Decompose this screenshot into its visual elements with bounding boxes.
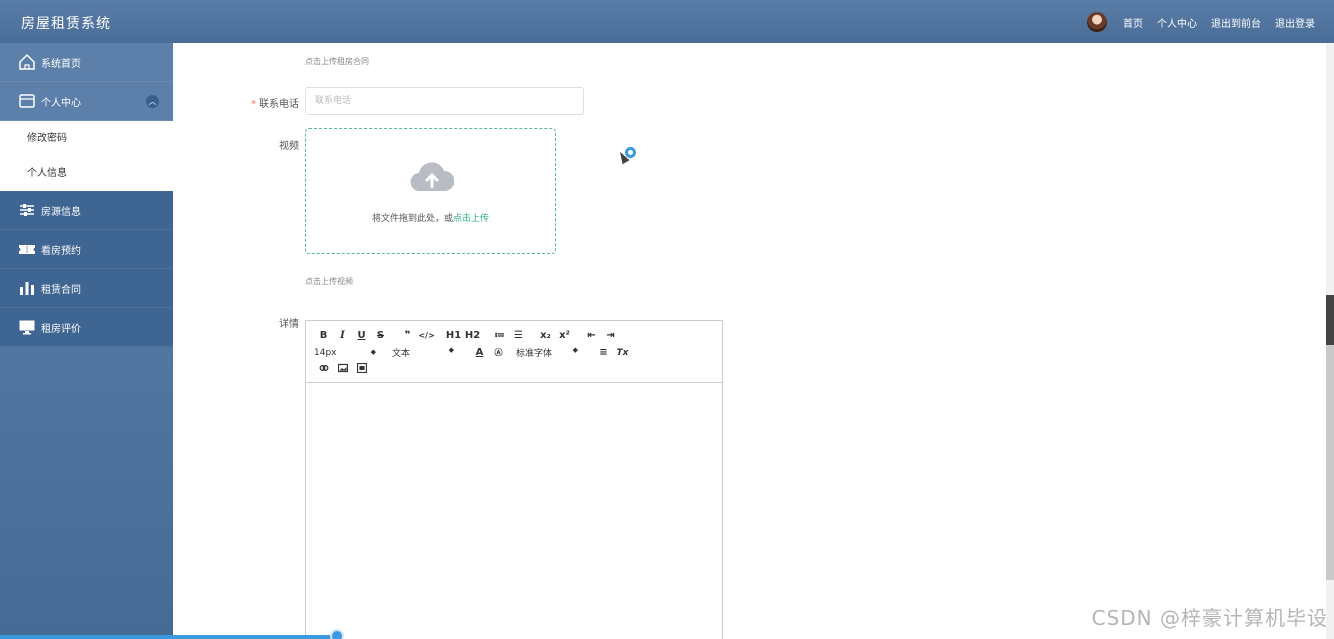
background-color-button[interactable]: Ⓐ	[489, 347, 508, 358]
ticket-icon	[18, 240, 36, 258]
bullet-list-button[interactable]: ☰	[509, 330, 528, 341]
editor-toolbar: B I U S ❞ </> H1 H2 ≔ ☰ x₂ x² ⇤ ⇥ 14px ◆…	[306, 321, 722, 383]
subscript-button[interactable]: x₂	[536, 330, 555, 341]
main-content: 点击上传租房合同 * 联系电话 联系电话 视频 将文件拖到此处，或点击上传 点击上…	[173, 43, 1334, 639]
superscript-button[interactable]: x²	[555, 330, 574, 341]
sidebar-item-label: 租赁合同	[41, 284, 81, 296]
sidebar-item-label: 个人中心	[41, 97, 81, 109]
video-label: 视频	[279, 141, 299, 152]
sidebar-item-review[interactable]: 租房评价	[0, 308, 173, 347]
font-color-button[interactable]: A	[470, 347, 489, 358]
select-arrow-icon: ◆	[572, 346, 578, 354]
sidebar-item-label: 系统首页	[41, 58, 81, 70]
app-title: 房屋租赁系统	[21, 16, 111, 32]
blockquote-button[interactable]: ❞	[398, 330, 417, 341]
sidebar-item-label: 租房评价	[41, 323, 81, 335]
font-family-select[interactable]: 标准字体 ◆	[516, 346, 578, 359]
submenu-change-password[interactable]: 修改密码	[0, 121, 173, 156]
upload-click-link[interactable]: 点击上传	[453, 214, 489, 224]
monitor-icon	[18, 318, 36, 336]
font-size-select[interactable]: 14px ◆	[314, 348, 376, 358]
phone-label-text: 联系电话	[259, 99, 299, 110]
video-upload-hint[interactable]: 点击上传视频	[305, 276, 353, 287]
profile-submenu: 修改密码 个人信息	[0, 121, 173, 191]
toolbar-row-3	[314, 361, 714, 378]
sidebar-item-listings[interactable]: 房源信息	[0, 191, 173, 230]
sidebar: 系统首页 个人中心 ︿ 修改密码 个人信息 房源信息 看房预约 租赁合同 租房评…	[0, 43, 173, 639]
select-arrow-icon: ◆	[370, 347, 376, 356]
video-upload-dropzone[interactable]: 将文件拖到此处，或点击上传	[305, 128, 556, 254]
rich-text-editor: B I U S ❞ </> H1 H2 ≔ ☰ x₂ x² ⇤ ⇥ 14px ◆…	[305, 320, 723, 639]
ordered-list-button[interactable]: ≔	[490, 330, 509, 341]
align-button[interactable]: ≡	[594, 347, 613, 358]
link-icon[interactable]	[314, 363, 333, 376]
scrollbar-thumb-active[interactable]	[1326, 295, 1334, 345]
bold-button[interactable]: B	[314, 330, 333, 341]
strike-button[interactable]: S	[371, 330, 390, 341]
sidebar-item-viewing[interactable]: 看房预约	[0, 230, 173, 269]
image-icon[interactable]	[333, 363, 352, 376]
toolbar-row-1: B I U S ❞ </> H1 H2 ≔ ☰ x₂ x² ⇤ ⇥	[314, 327, 714, 344]
cloud-upload-icon	[410, 162, 454, 192]
editor-content-area[interactable]	[306, 383, 722, 639]
submenu-personal-info[interactable]: 个人信息	[0, 156, 173, 191]
toolbar-row-2: 14px ◆ 文本 ◆ A Ⓐ 标准字体 ◆ ≡ Tx	[314, 344, 714, 361]
card-icon	[18, 92, 36, 110]
text-style-value: 文本	[392, 349, 411, 359]
code-block-button[interactable]: </>	[417, 331, 436, 340]
progress-handle	[330, 629, 344, 639]
select-arrow-icon: ◆	[448, 346, 454, 354]
sliders-icon	[18, 201, 36, 219]
sidebar-item-home[interactable]: 系统首页	[0, 43, 173, 82]
user-avatar[interactable]	[1087, 12, 1107, 32]
sidebar-item-contract[interactable]: 租赁合同	[0, 269, 173, 308]
underline-button[interactable]: U	[352, 330, 371, 341]
nav-frontend-link[interactable]: 退出到前台	[1211, 15, 1261, 30]
loading-progress-bar	[0, 635, 335, 639]
indent-button[interactable]: ⇥	[601, 330, 620, 341]
font-family-value: 标准字体	[516, 349, 553, 359]
details-label: 详情	[279, 319, 299, 330]
heading2-button[interactable]: H2	[463, 330, 482, 341]
loading-ring-icon	[625, 147, 636, 158]
sidebar-item-label: 看房预约	[41, 245, 81, 257]
sidebar-item-profile[interactable]: 个人中心 ︿	[0, 82, 173, 121]
chevron-up-icon[interactable]: ︿	[146, 95, 159, 108]
nav-logout-link[interactable]: 退出登录	[1275, 15, 1315, 30]
contract-upload-hint[interactable]: 点击上传租房合同	[305, 56, 369, 67]
bar-chart-icon	[18, 279, 36, 297]
home-icon	[18, 53, 36, 71]
upload-instruction: 将文件拖到此处，或	[371, 214, 453, 224]
italic-button[interactable]: I	[333, 330, 352, 341]
top-nav: 首页 个人中心 退出到前台 退出登录	[1087, 10, 1315, 34]
outdent-button[interactable]: ⇤	[582, 330, 601, 341]
clear-format-button[interactable]: Tx	[613, 348, 632, 358]
nav-home-link[interactable]: 首页	[1123, 15, 1143, 30]
phone-label: * 联系电话	[239, 95, 299, 110]
font-size-value: 14px	[314, 347, 337, 358]
sidebar-item-label: 房源信息	[41, 206, 81, 218]
phone-input[interactable]: 联系电话	[305, 87, 584, 115]
heading1-button[interactable]: H1	[444, 330, 463, 341]
upload-text: 将文件拖到此处，或点击上传	[306, 211, 555, 224]
text-style-select[interactable]: 文本 ◆	[392, 346, 454, 359]
watermark: CSDN @梓豪计算机毕设	[1091, 606, 1328, 630]
required-mark: *	[251, 99, 256, 110]
nav-profile-link[interactable]: 个人中心	[1157, 15, 1197, 30]
top-header: 房屋租赁系统 首页 个人中心 退出到前台 退出登录	[0, 0, 1334, 43]
video-icon[interactable]	[352, 362, 371, 376]
